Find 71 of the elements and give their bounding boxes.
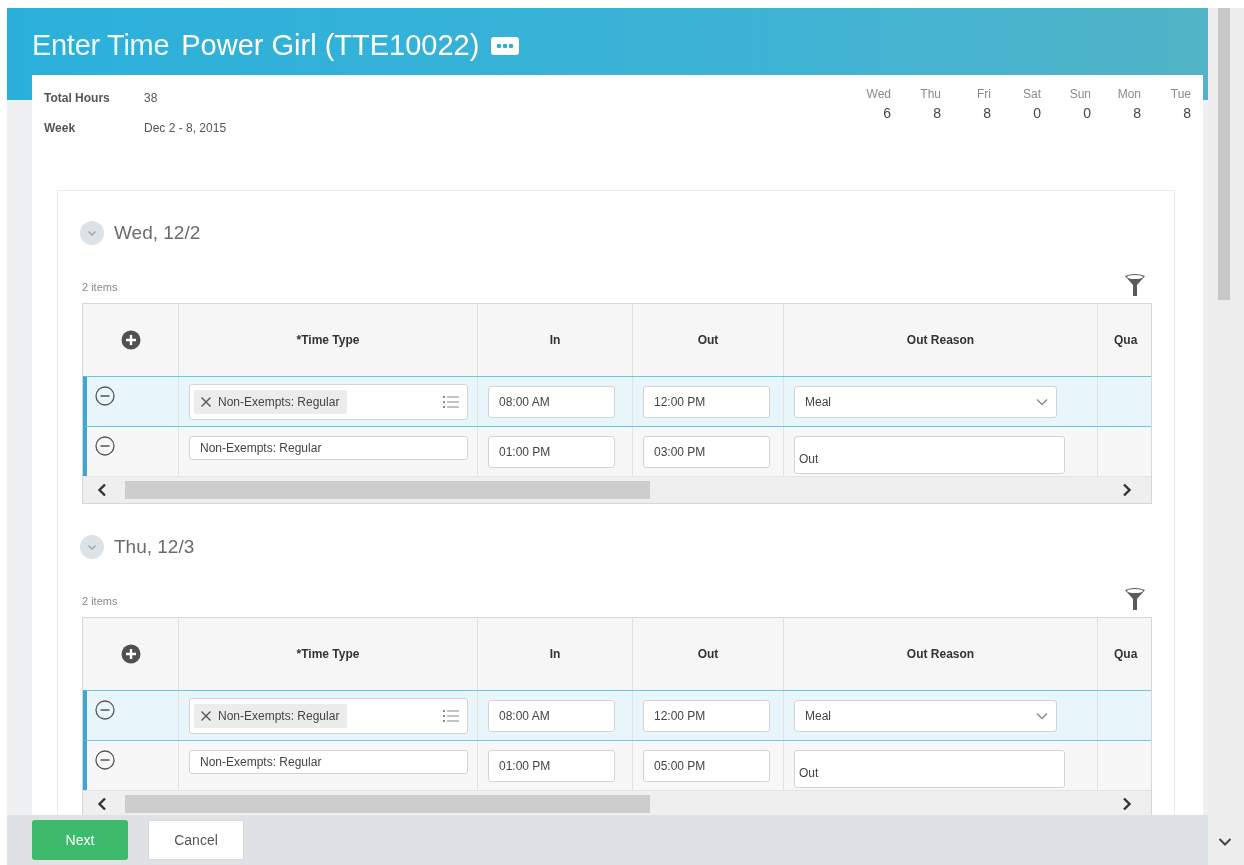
scrollbar-thumb[interactable]	[1218, 8, 1230, 300]
item-count: 2 items	[82, 281, 118, 295]
weekday-label: Sun	[1069, 87, 1091, 101]
vertical-scrollbar[interactable]	[1208, 8, 1244, 865]
horizontal-scrollbar[interactable]	[83, 790, 1151, 817]
weekday-label: Fri	[977, 87, 991, 101]
page-title: Enter Time	[32, 29, 170, 62]
scroll-left-icon[interactable]	[97, 797, 107, 811]
caret-icon	[1036, 711, 1048, 720]
item-count: 2 items	[82, 595, 118, 609]
scroll-down-icon[interactable]	[1218, 837, 1232, 847]
time-type-field[interactable]: Non-Exempts: Regular	[189, 435, 468, 460]
day-hours: 0	[1083, 105, 1091, 121]
filter-icon[interactable]	[1124, 273, 1146, 297]
horizontal-scrollbar[interactable]	[83, 476, 1151, 503]
remove-row-icon[interactable]	[95, 436, 115, 456]
time-out-field[interactable]: 05:00 PM	[643, 749, 770, 782]
worker-name: Power Girl (TTE10022)	[181, 29, 480, 62]
selected-item-chip[interactable]: Non-Exempts: Regular	[194, 389, 348, 414]
time-out-field[interactable]: 12:00 PM	[643, 385, 770, 418]
section-title: Wed, 12/2	[114, 222, 201, 244]
scrollbar-thumb[interactable]	[125, 795, 650, 813]
cancel-button[interactable]: Cancel	[148, 820, 244, 860]
time-in-field[interactable]: 08:00 AM	[488, 699, 615, 732]
more-actions-icon[interactable]	[491, 35, 520, 56]
day-hours: 8	[1133, 105, 1141, 121]
time-in-field[interactable]: 01:00 PM	[488, 749, 615, 782]
time-type-field[interactable]: Non-Exempts: Regular	[189, 749, 468, 774]
time-type-prompt-field[interactable]: Non-Exempts: Regular	[189, 383, 468, 420]
weekday-label: Sat	[1023, 87, 1041, 101]
remove-icon[interactable]	[200, 709, 212, 722]
day-hours: 8	[933, 105, 941, 121]
remove-row-icon[interactable]	[95, 750, 115, 770]
caret-icon	[1036, 397, 1048, 406]
day-hours: 8	[983, 105, 991, 121]
time-out-field[interactable]: 03:00 PM	[643, 435, 770, 468]
time-in-field[interactable]: 08:00 AM	[488, 385, 615, 418]
selected-item-chip[interactable]: Non-Exempts: Regular	[194, 703, 348, 728]
out-reason-dropdown[interactable]: Meal	[794, 699, 1057, 732]
out-reason-dropdown[interactable]: Meal	[794, 385, 1057, 418]
scrollbar-thumb[interactable]	[125, 481, 650, 499]
field-label: Week	[44, 121, 77, 135]
remove-icon[interactable]	[200, 395, 212, 408]
scroll-right-icon[interactable]	[1122, 797, 1132, 811]
time-type-prompt-field[interactable]: Non-Exempts: Regular	[189, 697, 468, 734]
section-title: Thu, 12/3	[114, 536, 195, 558]
field-value: 38	[144, 91, 159, 105]
day-hours: 6	[883, 105, 891, 121]
scroll-left-icon[interactable]	[97, 483, 107, 497]
day-hours: 8	[1183, 105, 1191, 121]
remove-row-icon[interactable]	[95, 700, 115, 720]
out-reason-field[interactable]: Out	[794, 435, 1065, 474]
time-in-field[interactable]: 01:00 PM	[488, 435, 615, 468]
field-value: Dec 2 - 8, 2015	[144, 121, 227, 135]
weekday-label: Wed	[866, 87, 891, 101]
day-hours: 0	[1033, 105, 1041, 121]
filter-icon[interactable]	[1124, 587, 1146, 611]
column-header: Qua	[1113, 332, 1139, 349]
add-row-icon[interactable]	[120, 330, 141, 350]
weekday-label: Tue	[1170, 87, 1191, 101]
add-row-icon[interactable]	[120, 644, 141, 664]
out-reason-field[interactable]: Out	[794, 749, 1065, 788]
time-out-field[interactable]: 12:00 PM	[643, 699, 770, 732]
list-icon[interactable]	[443, 708, 459, 723]
remove-row-icon[interactable]	[95, 386, 115, 406]
column-header: Qua	[1113, 646, 1139, 663]
weekday-label: Mon	[1117, 87, 1141, 101]
field-label: Total Hours	[44, 91, 111, 105]
weekday-label: Thu	[920, 87, 941, 101]
list-icon[interactable]	[443, 394, 459, 409]
scroll-right-icon[interactable]	[1122, 483, 1132, 497]
